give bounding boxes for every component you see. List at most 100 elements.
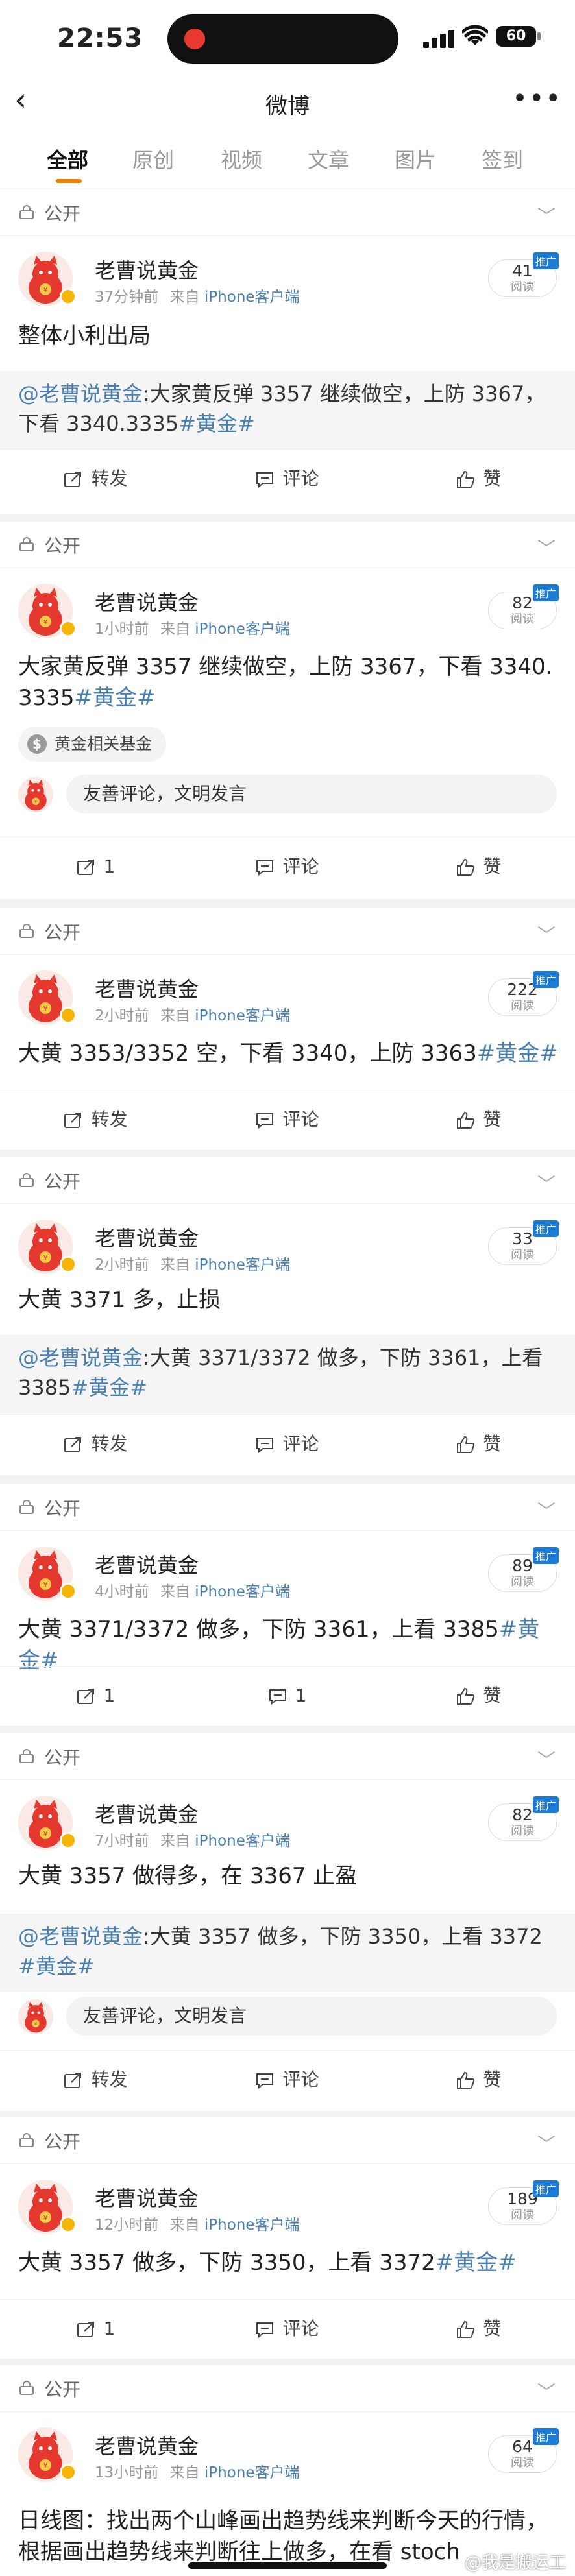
- forward-button[interactable]: 转发: [0, 1090, 191, 1149]
- tab-video[interactable]: 视频: [221, 144, 262, 174]
- post-card[interactable]: 公开 ﹀ ¥ 老曹说黄金 37分钟前 来自 iPhone客户端 推广 41 阅读 …: [0, 189, 575, 514]
- repost-hashtag-link[interactable]: #黄金#: [18, 1954, 95, 1979]
- chevron-down-icon[interactable]: ﹀: [537, 2130, 556, 2156]
- author-name[interactable]: 老曹说黄金: [95, 1549, 199, 1579]
- comment-button[interactable]: 1: [191, 1667, 383, 1725]
- promo-badge[interactable]: 推广: [532, 1796, 559, 1813]
- post-meta: 2小时前 来自 iPhone客户端: [95, 1003, 290, 1025]
- hashtag-link[interactable]: #黄金#: [435, 2250, 517, 2276]
- comment-input[interactable]: 友善评论，文明发言: [66, 1997, 557, 2036]
- post-meta: 13小时前 来自 iPhone客户端: [95, 2460, 300, 2482]
- like-button[interactable]: 赞: [383, 1090, 574, 1149]
- like-button[interactable]: 赞: [383, 1667, 574, 1725]
- comment-icon: [255, 1109, 282, 1130]
- hashtag-link[interactable]: #黄金#: [75, 685, 156, 711]
- client-name[interactable]: iPhone客户端: [195, 1583, 290, 1600]
- forward-button[interactable]: 1: [0, 2300, 191, 2358]
- fund-chip[interactable]: $ 黄金相关基金: [18, 727, 167, 762]
- comment-button[interactable]: 评论: [191, 837, 383, 896]
- author-name[interactable]: 老曹说黄金: [95, 2182, 199, 2212]
- repost-block[interactable]: @老曹说黄金:大家黄反弹 3357 继续做空，上防 3367，下看 3340.3…: [0, 371, 575, 449]
- promo-badge[interactable]: 推广: [532, 2180, 559, 2197]
- promo-badge[interactable]: 推广: [532, 1220, 559, 1237]
- repost-hashtag-link[interactable]: #黄金#: [71, 1375, 147, 1400]
- like-button[interactable]: 赞: [383, 837, 574, 896]
- post-text[interactable]: 大黄 3357 做多，下防 3350，上看 3372#黄金#: [18, 2247, 559, 2278]
- forward-button[interactable]: 转发: [0, 450, 191, 508]
- post-card[interactable]: 公开 ﹀ ¥ 老曹说黄金 12小时前 来自 iPhone客户端 推广 189 阅读…: [0, 2117, 575, 2359]
- chevron-down-icon[interactable]: ﹀: [537, 1497, 556, 1523]
- status-time: 22:53: [57, 23, 143, 53]
- read-count-badge: 推广 189 阅读: [488, 2180, 559, 2225]
- forward-button[interactable]: 1: [0, 1667, 191, 1725]
- chevron-down-icon[interactable]: ﹀: [537, 202, 556, 228]
- comment-label: 评论: [282, 2069, 319, 2090]
- client-name[interactable]: iPhone客户端: [195, 1257, 290, 1273]
- tab-image[interactable]: 图片: [395, 144, 436, 174]
- post-card[interactable]: 公开 ﹀ ¥ 老曹说黄金 4小时前 来自 iPhone客户端 推广 89 阅读 大…: [0, 1484, 575, 1726]
- repost-author-link[interactable]: @老曹说黄金: [18, 1924, 143, 1949]
- more-options-icon[interactable]: •••: [512, 86, 562, 112]
- tab-all[interactable]: 全部: [47, 144, 88, 174]
- comment-button[interactable]: 评论: [191, 450, 383, 508]
- client-name[interactable]: iPhone客户端: [195, 1007, 290, 1024]
- post-card[interactable]: 公开 ﹀ ¥ 老曹说黄金 13小时前 来自 iPhone客户端 推广 64 阅读 …: [0, 2365, 575, 2576]
- post-text[interactable]: 大黄 3353/3352 空，下看 3340，上防 3363#黄金#: [18, 1038, 559, 1069]
- read-count-badge: 推广 82 阅读: [488, 584, 559, 629]
- comment-button[interactable]: 评论: [191, 1415, 383, 1473]
- repost-block[interactable]: @老曹说黄金:大黄 3371/3372 做多，下防 3361，上看 3385#黄…: [0, 1335, 575, 1413]
- tab-original[interactable]: 原创: [132, 144, 174, 174]
- repost-block[interactable]: @老曹说黄金:大黄 3357 做多，下防 3350，上看 3372 #黄金#: [0, 1914, 575, 1992]
- visibility-label: 公开: [44, 1747, 81, 1768]
- comment-button[interactable]: 评论: [191, 2300, 383, 2358]
- repost-author-link[interactable]: @老曹说黄金: [18, 1345, 143, 1370]
- post-text[interactable]: 整体小利出局: [18, 320, 559, 352]
- client-name[interactable]: iPhone客户端: [204, 2217, 300, 2233]
- like-button[interactable]: 赞: [383, 450, 574, 508]
- author-name[interactable]: 老曹说黄金: [95, 586, 199, 616]
- like-button[interactable]: 赞: [383, 2051, 574, 2109]
- chevron-down-icon[interactable]: ﹀: [537, 1746, 556, 1772]
- comment-button[interactable]: 评论: [191, 2051, 383, 2109]
- post-card[interactable]: 公开 ﹀ ¥ 老曹说黄金 2小时前 来自 iPhone客户端 推广 222 阅读 …: [0, 908, 575, 1150]
- promo-badge[interactable]: 推广: [532, 971, 559, 988]
- forward-button[interactable]: 转发: [0, 1415, 191, 1473]
- client-name[interactable]: iPhone客户端: [204, 289, 300, 306]
- post-card[interactable]: 公开 ﹀ ¥ 老曹说黄金 1小时前 来自 iPhone客户端 推广 82 阅读 大…: [0, 522, 575, 899]
- forward-button[interactable]: 1: [0, 837, 191, 896]
- post-text[interactable]: 大黄 3371 多，止损: [18, 1284, 559, 1316]
- author-name[interactable]: 老曹说黄金: [95, 973, 199, 1003]
- post-text[interactable]: 大黄 3357 做得多，在 3367 止盈: [18, 1860, 559, 1892]
- repost-hashtag-link[interactable]: #黄金#: [178, 411, 255, 436]
- tab-checkin[interactable]: 签到: [482, 144, 523, 174]
- client-name[interactable]: iPhone客户端: [195, 1833, 290, 1849]
- post-time: 37分钟前: [95, 289, 159, 306]
- promo-badge[interactable]: 推广: [532, 2428, 559, 2445]
- chevron-down-icon[interactable]: ﹀: [537, 535, 556, 560]
- promo-badge[interactable]: 推广: [532, 1547, 559, 1564]
- chevron-down-icon[interactable]: ﹀: [537, 2378, 556, 2404]
- repost-author-link[interactable]: @老曹说黄金: [18, 381, 143, 406]
- client-name[interactable]: iPhone客户端: [204, 2464, 300, 2481]
- chevron-down-icon[interactable]: ﹀: [537, 1170, 556, 1196]
- post-card[interactable]: 公开 ﹀ ¥ 老曹说黄金 2小时前 来自 iPhone客户端 推广 33 阅读 大…: [0, 1157, 575, 1475]
- chevron-down-icon[interactable]: ﹀: [537, 921, 556, 947]
- like-button[interactable]: 赞: [383, 2300, 574, 2358]
- author-name[interactable]: 老曹说黄金: [95, 1798, 199, 1828]
- post-text[interactable]: 大家黄反弹 3357 继续做空，上防 3367，下看 3340.3335#黄金#: [18, 651, 559, 714]
- like-label: 赞: [483, 1433, 502, 1454]
- author-name[interactable]: 老曹说黄金: [95, 254, 199, 284]
- comment-input[interactable]: 友善评论，文明发言: [66, 775, 557, 813]
- forward-button[interactable]: 转发: [0, 2051, 191, 2109]
- promo-badge[interactable]: 推广: [532, 584, 559, 601]
- hashtag-link[interactable]: #黄金#: [477, 1041, 558, 1066]
- client-name[interactable]: iPhone客户端: [195, 621, 290, 638]
- author-name[interactable]: 老曹说黄金: [95, 2430, 199, 2460]
- promo-badge[interactable]: 推广: [532, 252, 559, 269]
- like-button[interactable]: 赞: [383, 1415, 574, 1473]
- svg-text:¥: ¥: [43, 1831, 47, 1838]
- tab-article[interactable]: 文章: [308, 144, 349, 174]
- comment-button[interactable]: 评论: [191, 1090, 383, 1149]
- author-name[interactable]: 老曹说黄金: [95, 1222, 199, 1252]
- post-card[interactable]: 公开 ﹀ ¥ 老曹说黄金 7小时前 来自 iPhone客户端 推广 82 阅读 大…: [0, 1733, 575, 2111]
